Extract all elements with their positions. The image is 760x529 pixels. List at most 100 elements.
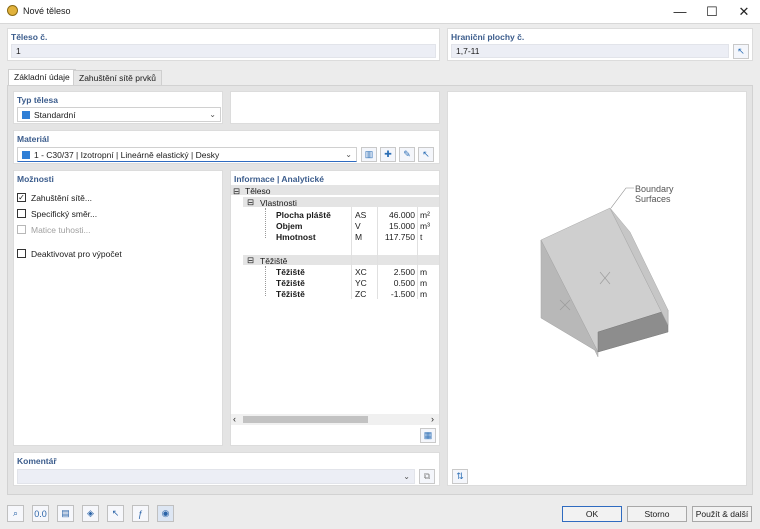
- scroll-right-icon[interactable]: ›: [431, 414, 434, 424]
- body-type-select[interactable]: Standardní ⌄: [17, 107, 221, 122]
- material-select[interactable]: 1 - C30/37 | Izotropní | Lineárně elasti…: [17, 147, 357, 162]
- tab-mesh-refinement[interactable]: Zahuštění sítě prvků: [73, 70, 163, 85]
- property-symbol: ZC: [355, 289, 367, 299]
- material-label: Materiál: [17, 134, 50, 144]
- formula-icon[interactable]: ƒ: [132, 505, 149, 522]
- body-type-value: Standardní: [34, 110, 76, 120]
- deactivate-label: Deaktivovat pro výpočet: [31, 249, 122, 259]
- search-icon[interactable]: ⌕: [7, 505, 24, 522]
- chevron-down-icon: ⌄: [403, 472, 410, 481]
- solid-preview: [540, 187, 669, 358]
- property-name: Těžiště: [276, 267, 305, 277]
- body-type-color-swatch: [22, 111, 30, 119]
- expand-icon[interactable]: ⊟: [233, 186, 240, 197]
- material-library-icon[interactable]: ▥: [361, 147, 377, 162]
- ok-button[interactable]: OK: [562, 506, 622, 522]
- specific-direction-label: Specifický směr...: [31, 209, 98, 219]
- deactivate-checkbox[interactable]: [17, 249, 26, 258]
- preview-panel: Boundary Surfaces ⇅: [447, 91, 747, 486]
- view-icon[interactable]: ◉: [157, 505, 174, 522]
- specific-direction-checkbox[interactable]: [17, 209, 26, 218]
- tree-group-label: Vlastnosti: [260, 198, 297, 208]
- display-icon[interactable]: ◈: [82, 505, 99, 522]
- pick-icon[interactable]: ↖: [107, 505, 124, 522]
- pick-surfaces-icon[interactable]: ↖: [733, 44, 749, 59]
- property-unit: m³: [420, 221, 430, 231]
- property-unit: m²: [420, 210, 430, 220]
- units-icon[interactable]: 0.0: [32, 505, 49, 522]
- expand-icon[interactable]: ⊟: [247, 197, 254, 208]
- info-label: Informace | Analytické: [234, 174, 324, 184]
- property-value: 0.500: [393, 278, 415, 288]
- property-unit: m: [420, 289, 428, 299]
- expand-icon[interactable]: ⊟: [247, 255, 254, 266]
- body-number-field[interactable]: 1: [11, 44, 436, 58]
- material-panel: Materiál 1 - C30/37 | Izotropní | Lineár…: [13, 130, 440, 164]
- mesh-refinement-checkbox[interactable]: ✓: [17, 193, 26, 202]
- property-name: Těžiště: [276, 289, 305, 299]
- property-value: 15.000: [389, 221, 415, 231]
- horizontal-scrollbar[interactable]: ‹ ›: [231, 414, 439, 425]
- property-value: 117.750: [384, 232, 415, 242]
- property-unit: m: [420, 278, 428, 288]
- column-divider: [417, 207, 418, 299]
- property-value: 2.500: [393, 267, 415, 277]
- pick-material-icon[interactable]: ↖: [418, 147, 434, 162]
- app-icon: [7, 5, 18, 16]
- tab-basic[interactable]: Základní údaje: [8, 69, 76, 85]
- boundary-surfaces-panel: Hraniční plochy č. 1,7-11 ↖: [447, 28, 753, 61]
- tree-line: [265, 266, 266, 296]
- body-number-label: Těleso č.: [11, 32, 48, 42]
- window-title: Nové těleso: [23, 6, 71, 16]
- property-name: Hmotnost: [276, 232, 316, 242]
- property-symbol: V: [355, 221, 361, 231]
- close-button[interactable]: ✕: [728, 0, 760, 23]
- maximize-button[interactable]: ☐: [696, 0, 728, 23]
- property-value: -1.500: [390, 289, 415, 299]
- property-symbol: M: [355, 232, 363, 242]
- annotation-text: Surfaces: [635, 194, 671, 204]
- chevron-down-icon: ⌄: [345, 150, 352, 159]
- edit-material-icon[interactable]: ✎: [399, 147, 415, 162]
- preview-settings-icon[interactable]: ⇅: [452, 469, 468, 484]
- apply-next-button[interactable]: Použít & další: [692, 506, 752, 522]
- property-symbol: YC: [355, 278, 367, 288]
- property-unit: m: [420, 267, 428, 277]
- property-name: Těžiště: [276, 278, 305, 288]
- tree-group-label: Těžiště: [260, 256, 288, 266]
- body-type-label: Typ tělesa: [17, 95, 58, 105]
- minimize-button[interactable]: —: [664, 0, 696, 23]
- boundary-surfaces-field[interactable]: 1,7-11: [451, 44, 729, 58]
- scroll-left-icon[interactable]: ‹: [233, 414, 236, 424]
- annotation-text: Boundary: [635, 184, 674, 194]
- title-bar: Nové těleso — ☐ ✕: [0, 0, 760, 24]
- boundary-surfaces-label: Hraniční plochy č.: [451, 32, 525, 42]
- comment-label: Komentář: [17, 456, 57, 466]
- new-material-icon[interactable]: ✚: [380, 147, 396, 162]
- scroll-thumb[interactable]: [243, 416, 368, 423]
- property-symbol: AS: [355, 210, 367, 220]
- table-icon[interactable]: ▤: [57, 505, 74, 522]
- property-name: Plocha pláště: [276, 210, 331, 220]
- material-value: 1 - C30/37 | Izotropní | Lineárně elasti…: [34, 150, 220, 160]
- material-color-swatch: [22, 151, 30, 159]
- property-value: 46.000: [389, 210, 415, 220]
- body-number-panel: Těleso č. 1: [7, 28, 440, 61]
- empty-panel: [230, 91, 440, 124]
- property-name: Objem: [276, 221, 303, 231]
- tree-root-label: Těleso: [245, 186, 271, 196]
- stiffness-matrix-checkbox: [17, 225, 26, 234]
- options-label: Možnosti: [17, 174, 54, 184]
- comment-edit-icon[interactable]: ⧉: [419, 469, 435, 484]
- stiffness-matrix-label: Matice tuhosti...: [31, 225, 91, 235]
- cancel-button[interactable]: Storno: [627, 506, 687, 522]
- annotation-leader: [610, 187, 634, 209]
- column-divider: [351, 207, 352, 299]
- property-symbol: XC: [355, 267, 367, 277]
- comment-select[interactable]: ⌄: [17, 469, 415, 484]
- export-info-icon[interactable]: ▦: [420, 428, 436, 443]
- tree-line: [265, 208, 266, 238]
- comment-panel: Komentář ⌄ ⧉: [13, 452, 440, 486]
- chevron-down-icon: ⌄: [209, 110, 216, 119]
- mesh-refinement-label: Zahuštění sítě...: [31, 193, 92, 203]
